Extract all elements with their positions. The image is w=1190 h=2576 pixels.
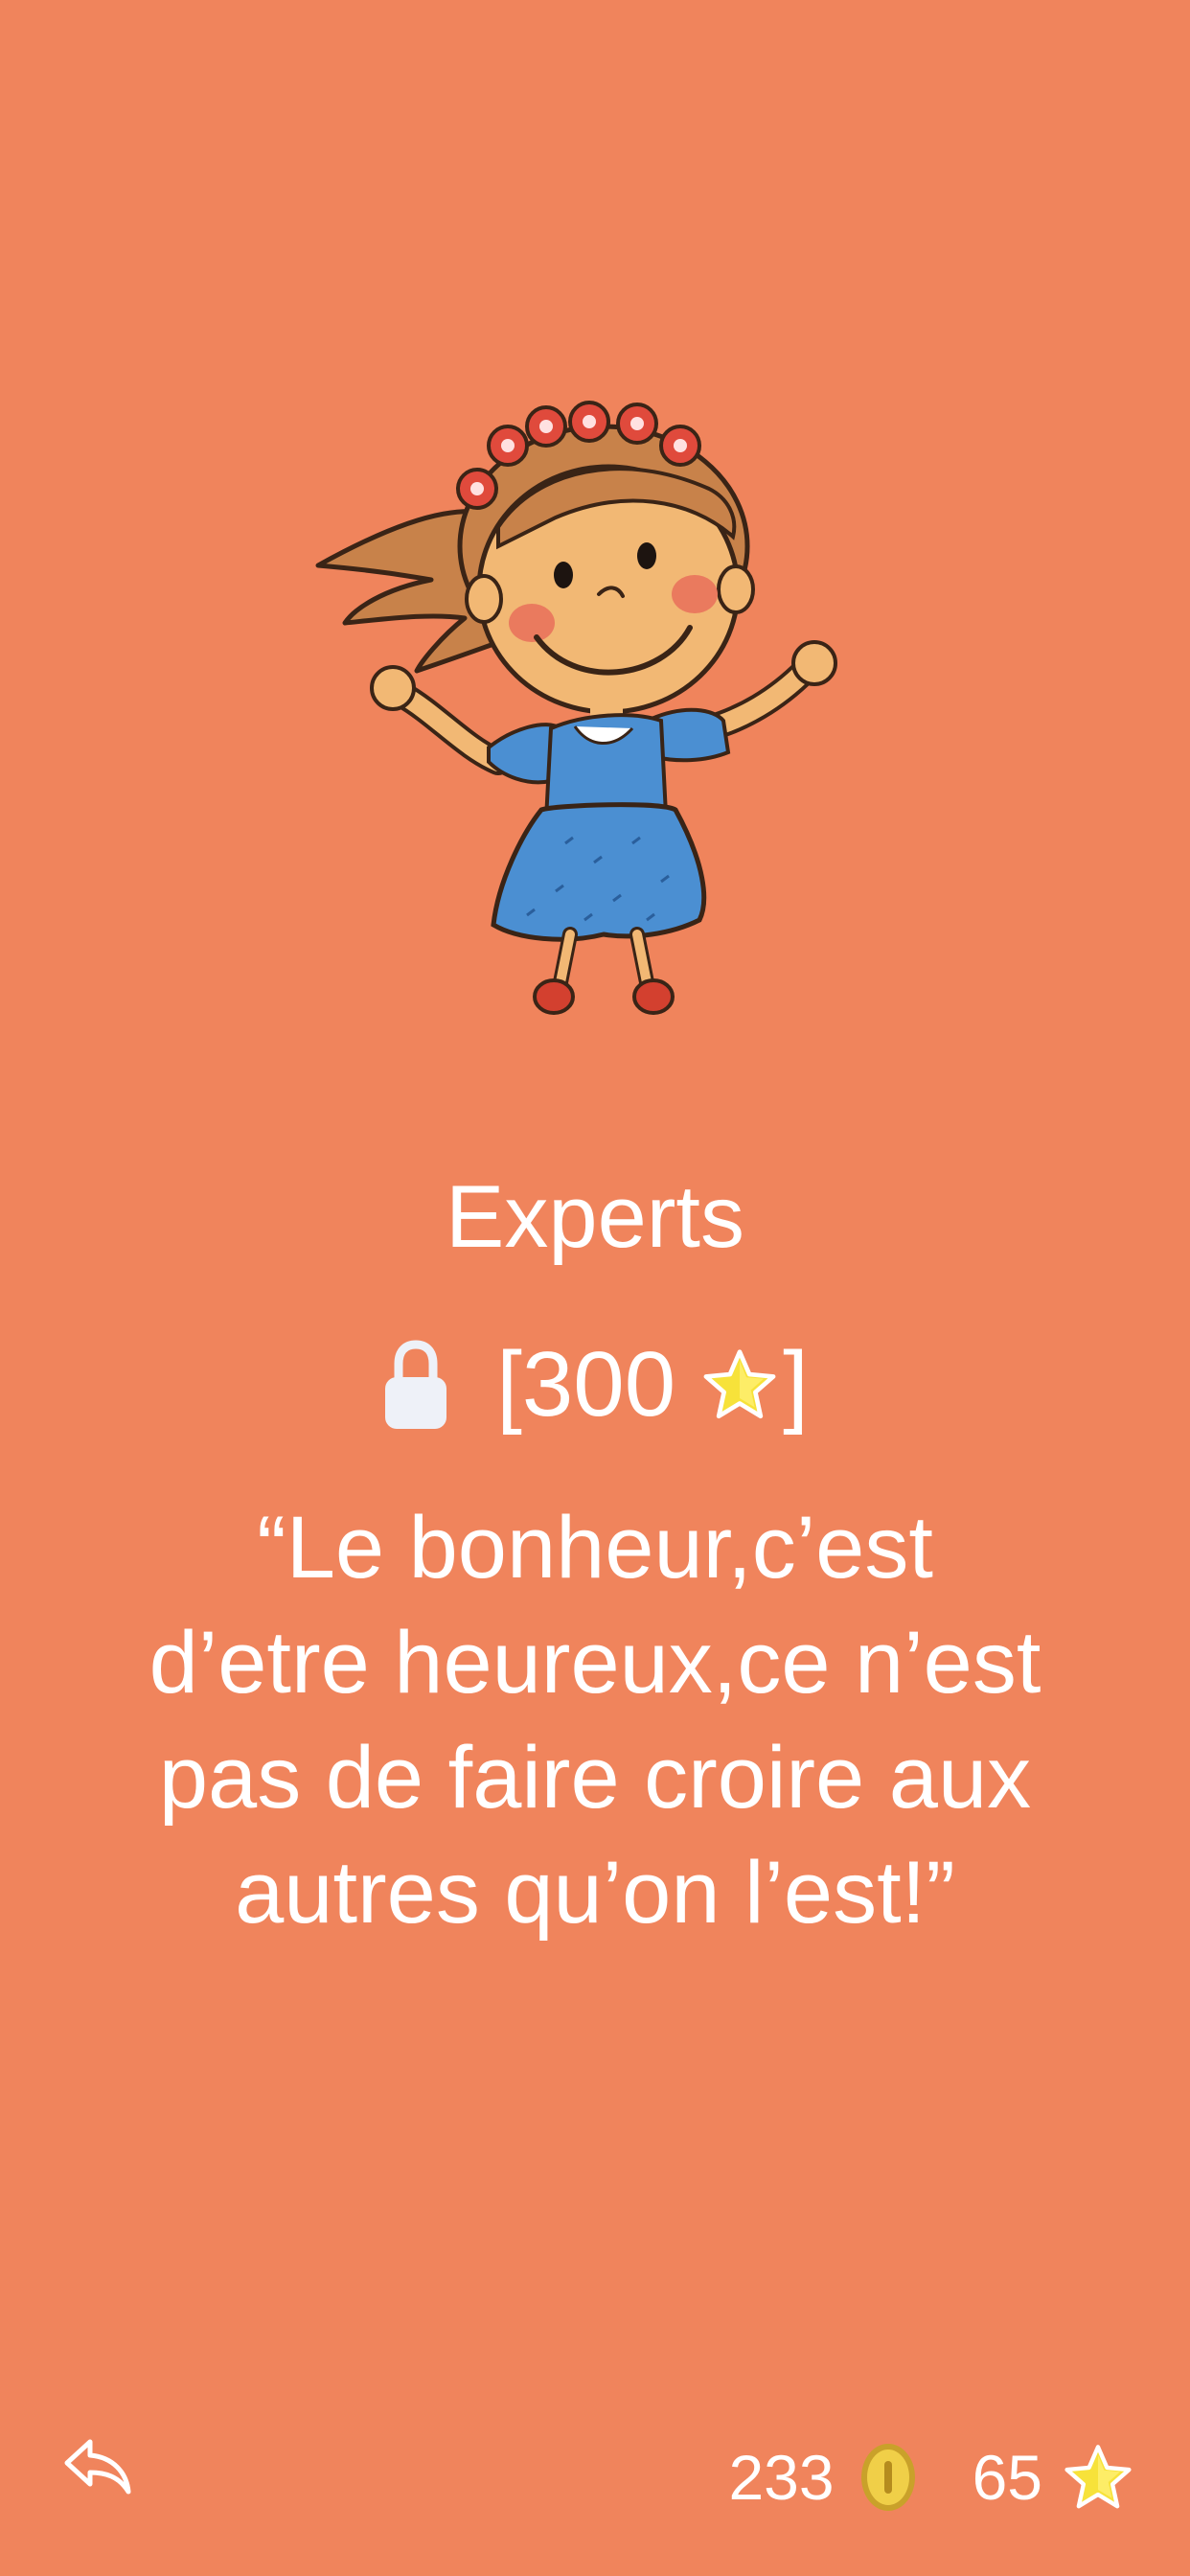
quote-text: “Le bonheur,c’est d’etre heureux,ce n’es… [149, 1499, 1041, 1942]
cost-close-text: ] [783, 1333, 809, 1436]
back-arrow-icon[interactable] [61, 2434, 134, 2501]
lock-icon [385, 1340, 447, 1429]
stats-bar: 233 65 [728, 2439, 1133, 2516]
cost-open-text: [300 [496, 1333, 676, 1436]
coin-icon [860, 2444, 915, 2511]
star-icon [703, 1349, 776, 1419]
coin-count: 233 [728, 2442, 835, 2513]
star-icon [1064, 2445, 1132, 2509]
girl-illustration [315, 401, 837, 1015]
star-count: 65 [972, 2442, 1042, 2513]
level-lock-cost[interactable]: [300 ] [0, 1332, 1190, 1438]
level-title: Experts [446, 1168, 744, 1266]
